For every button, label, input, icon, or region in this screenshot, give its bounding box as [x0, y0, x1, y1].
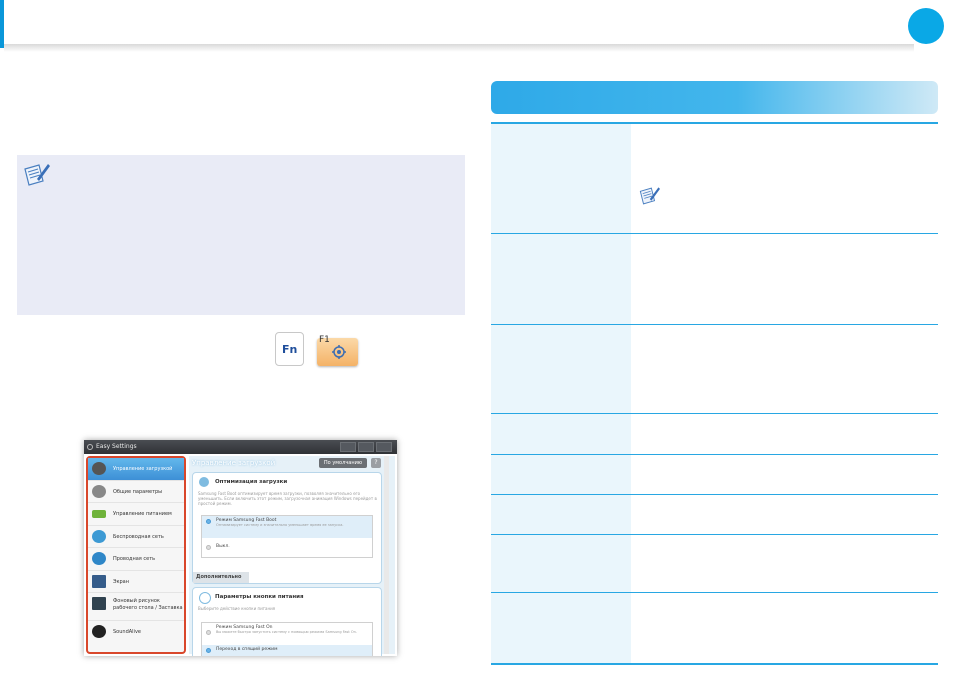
power-button-panel: Параметры кнопки питания Выберите действ…: [192, 587, 382, 656]
sidebar-item-general[interactable]: Общие параметры: [88, 481, 184, 503]
option-fast-on[interactable]: Режим Samsung Fast On Вы можете быстро з…: [202, 623, 372, 645]
table-row-divider: [491, 413, 938, 414]
wireless-icon: [92, 529, 106, 543]
table-header: [491, 81, 938, 114]
help-button[interactable]: ?: [371, 458, 381, 468]
app-logo-icon: [87, 444, 93, 450]
page-badge-circle: [908, 8, 944, 44]
settings-gear-icon: [332, 345, 346, 359]
panel-description: Выберите действие кнопки питания: [198, 606, 276, 611]
table-row-divider: [491, 494, 938, 495]
sidebar-item-label: Управление питанием: [113, 511, 172, 517]
table-bottom-rule: [491, 663, 938, 665]
default-button[interactable]: По умолчанию: [319, 458, 367, 468]
window-titlebar: Easy Settings: [84, 440, 397, 454]
wired-network-icon: [92, 552, 106, 565]
main-heading: Управление загрузкой: [192, 459, 276, 467]
sidebar-item-soundalive[interactable]: SoundAlive: [88, 621, 184, 644]
option-label: Выкл.: [216, 544, 230, 549]
option-sublabel: Вы можете быстро запустить систему с пом…: [216, 630, 357, 634]
settings-sidebar: Управление загрузкой Общие параметры Упр…: [86, 456, 186, 654]
fn-key-label: Fn: [282, 343, 298, 356]
sidebar-item-wireless[interactable]: Беспроводная сеть: [88, 526, 184, 548]
radio-unselected: [206, 630, 211, 635]
power-options: Режим Samsung Fast On Вы можете быстро з…: [201, 622, 373, 656]
display-icon: [92, 574, 106, 588]
sidebar-item-label: Экран: [113, 578, 130, 585]
easy-settings-window: Easy Settings Управление загрузкой Общие…: [84, 440, 397, 656]
sidebar-item-label: Общие параметры: [113, 488, 163, 495]
radio-unselected: [206, 545, 211, 550]
sidebar-item-label: SoundAlive: [113, 629, 141, 635]
f1-key: F1: [317, 335, 358, 366]
header-divider: [4, 44, 914, 52]
wallpaper-icon: [92, 597, 106, 610]
boot-options: Режим Samsung Fast Boot Оптимизирует сис…: [201, 515, 373, 558]
header-accent-bar: [0, 0, 4, 48]
boot-optimization-panel: Оптимизация загрузки Samsung Fast Boot о…: [192, 472, 382, 584]
battery-icon: [92, 510, 106, 518]
table-row-divider: [491, 324, 938, 325]
table-row-divider: [491, 454, 938, 455]
sidebar-item-wallpaper[interactable]: Фоновый рисунок рабочего стола / Заставк…: [88, 593, 184, 621]
note-pencil-icon: [639, 187, 660, 205]
boot-icon: [92, 462, 106, 475]
sidebar-item-label: Фоновый рисунок рабочего стола / Заставк…: [113, 598, 183, 611]
settings-icon: [92, 484, 106, 498]
sidebar-item-label: Беспроводная сеть: [113, 533, 164, 540]
note-box: [17, 155, 465, 315]
power-icon: [199, 592, 211, 604]
panel-title: Оптимизация загрузки: [215, 479, 288, 485]
panel-title: Параметры кнопки питания: [215, 594, 304, 600]
boot-optimization-icon: [199, 477, 209, 487]
sidebar-item-wired[interactable]: Проводная сеть: [88, 548, 184, 571]
table-row-divider: [491, 592, 938, 593]
settings-main-panel: Управление загрузкой По умолчанию ? Опти…: [189, 456, 395, 656]
option-label: Переход в спящий режим: [216, 647, 278, 652]
f1-key-label: F1: [319, 335, 330, 345]
close-button[interactable]: [376, 442, 392, 452]
radio-selected: [206, 648, 211, 653]
sidebar-item-display[interactable]: Экран: [88, 571, 184, 593]
option-sleep[interactable]: Переход в спящий режим: [202, 645, 372, 656]
window-title: Easy Settings: [96, 443, 137, 450]
radio-selected: [206, 519, 211, 524]
sidebar-item-label: Управление загрузкой: [113, 466, 173, 472]
scrollbar[interactable]: [384, 456, 389, 654]
advanced-tab[interactable]: Дополнительно: [193, 572, 249, 583]
fn-key: Fn: [275, 332, 304, 366]
option-sublabel: Оптимизирует систему и значительно умень…: [216, 523, 344, 527]
sidebar-item-power[interactable]: Управление питанием: [88, 503, 184, 526]
sidebar-item-label: Проводная сеть: [113, 556, 156, 562]
table-row-divider: [491, 233, 938, 234]
table-row-divider: [491, 534, 938, 535]
sound-icon: [92, 625, 106, 638]
maximize-button[interactable]: [358, 442, 374, 452]
note-pencil-icon: [24, 164, 50, 186]
sidebar-item-boot[interactable]: Управление загрузкой: [88, 458, 184, 481]
option-off[interactable]: Выкл.: [202, 538, 372, 558]
panel-description: Samsung Fast Boot оптимизирует время заг…: [198, 491, 377, 506]
option-fast-boot[interactable]: Режим Samsung Fast Boot Оптимизирует сис…: [202, 516, 372, 538]
table-label-column: [491, 124, 631, 664]
minimize-button[interactable]: [340, 442, 356, 452]
